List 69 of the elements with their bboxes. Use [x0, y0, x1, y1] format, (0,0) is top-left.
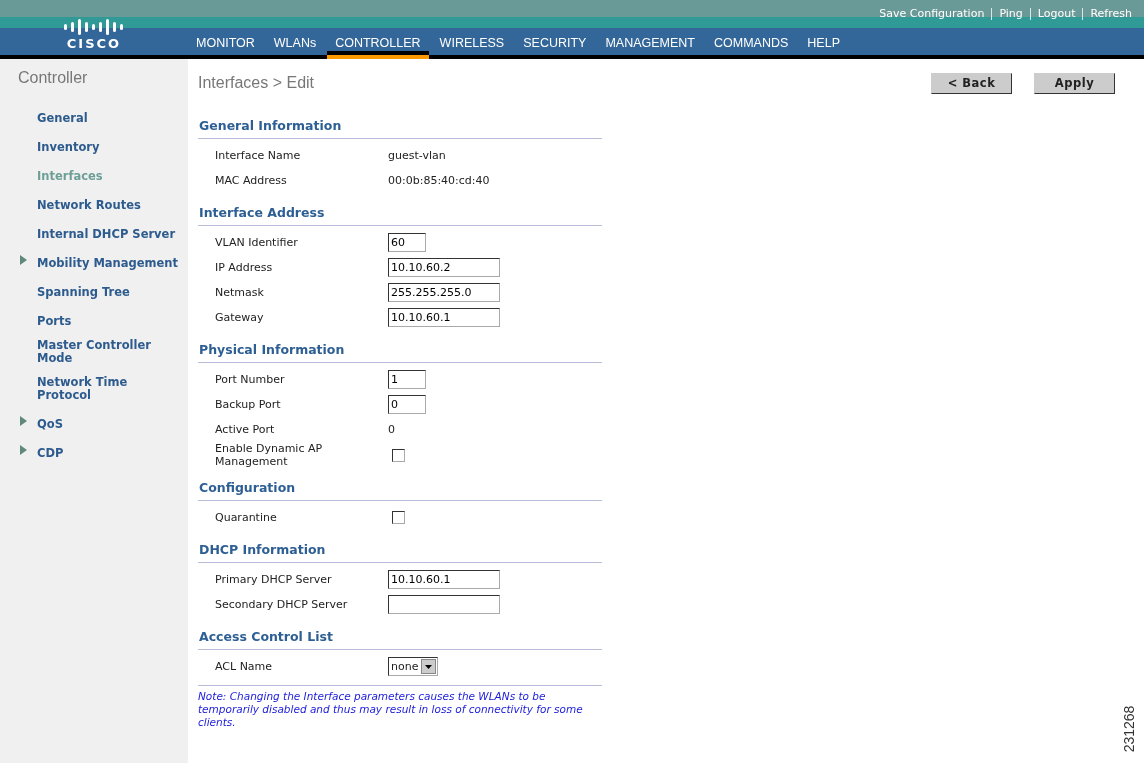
sidebar-item[interactable]: Master Controller Mode — [37, 339, 184, 365]
sidebar-item[interactable]: Spanning Tree — [37, 286, 130, 299]
sidebar-item[interactable]: CDP — [37, 447, 64, 460]
field-label: IP Address — [215, 261, 274, 274]
header-link[interactable]: Refresh — [1083, 7, 1132, 20]
checkbox[interactable] — [392, 511, 405, 524]
field-label: VLAN Identifier — [215, 236, 299, 249]
field-value: 0 — [388, 423, 395, 436]
dropdown[interactable]: none — [388, 657, 439, 676]
expand-triangle-icon[interactable] — [20, 255, 27, 265]
sidebar-item[interactable]: General — [37, 112, 88, 125]
field-label: Enable Dynamic AP Management — [215, 442, 324, 468]
input-field[interactable] — [388, 595, 500, 614]
header-link[interactable]: Save Configuration — [872, 7, 992, 20]
nav-tab[interactable]: CONTROLLER — [327, 28, 429, 59]
field-label: Netmask — [215, 286, 265, 299]
field-label: Quarantine — [215, 511, 278, 524]
input-field[interactable]: 0 — [388, 395, 426, 414]
input-field[interactable]: 60 — [388, 233, 426, 252]
input-field[interactable]: 255.255.255.0 — [388, 283, 500, 302]
nav-tab[interactable]: MONITOR — [188, 28, 263, 55]
input-field[interactable]: 10.10.60.2 — [388, 258, 500, 277]
field-value: guest-vlan — [388, 149, 446, 162]
section-heading: Access Control List — [198, 617, 602, 650]
field-value: 00:0b:85:40:cd:40 — [388, 174, 490, 187]
nav-tab[interactable]: WIRELESS — [431, 28, 513, 55]
logo-bars-icon — [63, 19, 125, 35]
expand-triangle-icon[interactable] — [20, 416, 27, 426]
input-field[interactable]: 10.10.60.1 — [388, 570, 500, 589]
field-label: Active Port — [215, 423, 276, 436]
field-label: Primary DHCP Server — [215, 573, 333, 586]
section-heading: Configuration — [198, 468, 602, 501]
action-button[interactable]: < Back — [931, 72, 1012, 94]
sidebar-item[interactable]: Ports — [37, 315, 72, 328]
expand-triangle-icon[interactable] — [20, 445, 27, 455]
page-title: Interfaces > Edit — [198, 74, 315, 92]
field-label: Backup Port — [215, 398, 282, 411]
input-field[interactable]: 1 — [388, 370, 426, 389]
sidebar-item[interactable]: Internal DHCP Server — [37, 228, 176, 241]
field-label: Port Number — [215, 373, 286, 386]
action-button[interactable]: Apply — [1034, 72, 1115, 94]
field-label: Gateway — [215, 311, 265, 324]
dropdown-arrow-icon — [425, 664, 433, 669]
nav-tab[interactable]: SECURITY — [515, 28, 595, 55]
field-label: MAC Address — [215, 174, 288, 187]
nav-tab[interactable]: COMMANDS — [706, 28, 797, 55]
nav-tab[interactable]: MANAGEMENT — [597, 28, 703, 55]
sidebar-item[interactable]: Network Time Protocol — [37, 376, 184, 402]
sidebar-item[interactable]: Network Routes — [37, 199, 141, 212]
header-link[interactable]: Ping — [992, 7, 1030, 20]
input-field[interactable]: 10.10.60.1 — [388, 308, 500, 327]
section-heading: DHCP Information — [198, 530, 602, 563]
field-label: Secondary DHCP Server — [215, 598, 349, 611]
logo-text: CISCO — [66, 37, 122, 50]
section-heading: Physical Information — [198, 330, 602, 363]
header-link[interactable]: Logout — [1030, 7, 1083, 20]
field-label: Interface Name — [215, 149, 302, 162]
sidebar-item[interactable]: Inventory — [37, 141, 100, 154]
section-heading: Interface Address — [198, 193, 602, 226]
sidebar-title: Controller — [17, 68, 89, 88]
field-label: ACL Name — [215, 660, 274, 673]
sidebar-item[interactable]: QoS — [37, 418, 63, 431]
note-text: Note: Changing the Interface parameters causes the WLANs to be temporarily disabled and thus may result in loss of connectivity for some clients. — [198, 685, 602, 729]
nav-tab[interactable]: HELP — [799, 28, 848, 55]
figure-number: 231268 — [1121, 705, 1137, 753]
sidebar-item[interactable]: Mobility Management — [37, 257, 179, 270]
checkbox[interactable] — [392, 448, 405, 462]
section-heading: General Information — [198, 106, 602, 139]
nav-tab[interactable]: WLANs — [265, 28, 325, 55]
